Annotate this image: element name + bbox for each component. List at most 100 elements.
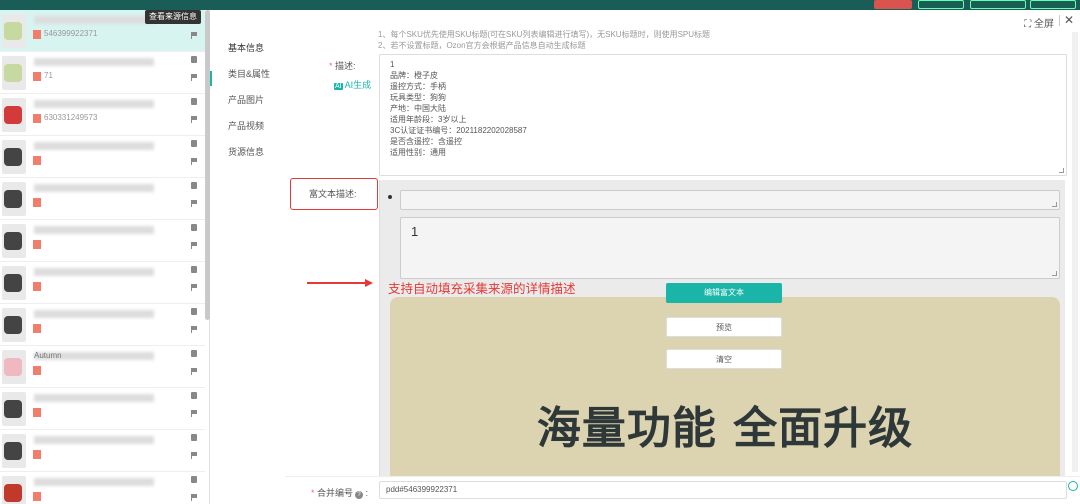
product-id: 71 <box>44 71 53 80</box>
merge-number-input[interactable]: pdd#546399922371 <box>379 481 1067 499</box>
trash-icon[interactable] <box>191 476 197 483</box>
bullet-icon <box>388 195 392 199</box>
product-list-item[interactable] <box>0 178 205 220</box>
product-list-item[interactable] <box>0 220 205 262</box>
product-list-item[interactable] <box>0 388 205 430</box>
product-id: 546399922371 <box>44 29 98 38</box>
description-label: * 描述: <box>329 61 356 71</box>
blurred-title <box>34 226 154 234</box>
flag-icon[interactable] <box>191 242 197 249</box>
nav-item-basic-info[interactable]: 基本信息 <box>228 41 264 54</box>
ai-icon: AI <box>334 83 343 90</box>
product-thumbnail <box>2 98 26 132</box>
product-thumbnail <box>2 308 26 342</box>
edit-rich-text-button[interactable]: 编辑富文本 <box>666 283 782 303</box>
trash-icon[interactable] <box>191 182 197 189</box>
blurred-title <box>34 58 154 66</box>
trash-icon[interactable] <box>191 98 197 105</box>
resize-handle[interactable] <box>1052 271 1057 276</box>
blurred-title <box>34 184 154 192</box>
product-list-item[interactable] <box>0 472 205 504</box>
trash-icon[interactable] <box>191 140 197 147</box>
flag-icon[interactable] <box>191 158 197 165</box>
header-divider <box>1059 15 1060 26</box>
source-tag-icon <box>33 450 41 459</box>
product-image-shape <box>4 64 22 82</box>
resize-handle[interactable] <box>1059 168 1064 173</box>
close-icon[interactable]: ✕ <box>1064 13 1074 27</box>
flag-icon[interactable] <box>191 116 197 123</box>
toolbar-button[interactable] <box>970 0 1026 9</box>
main-scrollbar[interactable] <box>1072 32 1078 472</box>
product-thumbnail <box>2 140 26 174</box>
title-hint-1: 1、每个SKU优先使用SKU标题(可在SKU列表编辑进行填写)，无SKU标题时，… <box>378 30 711 39</box>
product-thumbnail <box>2 350 26 384</box>
help-icon[interactable]: ? <box>355 491 364 499</box>
flag-icon[interactable] <box>191 284 197 291</box>
toolbar-red-button[interactable] <box>874 0 912 9</box>
flag-icon[interactable] <box>191 452 197 459</box>
resize-handle[interactable] <box>1052 202 1057 207</box>
trash-icon[interactable] <box>191 56 197 63</box>
view-source-button[interactable]: 查看来源信息 <box>145 10 201 24</box>
section-nav: 基本信息 类目&属性 产品图片 产品视频 货源信息 <box>210 32 285 504</box>
source-tag-icon <box>33 198 41 207</box>
arrow-head-icon <box>365 279 373 287</box>
nav-item-source[interactable]: 货源信息 <box>228 145 264 158</box>
product-thumbnail <box>2 392 26 426</box>
desc-line: 适用年龄段：3岁以上 <box>390 115 467 124</box>
desc-line: 遥控方式：手柄 <box>390 82 446 91</box>
product-image-shape <box>4 274 22 292</box>
nav-item-images[interactable]: 产品图片 <box>228 93 264 106</box>
toolbar-button[interactable] <box>1030 0 1076 9</box>
trash-icon[interactable] <box>191 308 197 315</box>
flag-icon[interactable] <box>191 326 197 333</box>
description-textarea[interactable]: 1 品牌：橙子皮 遥控方式：手柄 玩具类型：狗狗 产地：中国大陆 适用年龄段：3… <box>379 54 1067 176</box>
product-list-item[interactable] <box>0 304 205 346</box>
trash-icon[interactable] <box>191 266 197 273</box>
clear-button[interactable]: 清空 <box>666 349 782 369</box>
product-list-item[interactable] <box>0 262 205 304</box>
desc-line: 品牌：橙子皮 <box>390 71 438 80</box>
rich-text-value: 1 <box>411 224 419 239</box>
nav-item-video[interactable]: 产品视频 <box>228 119 264 132</box>
preview-button[interactable]: 预览 <box>666 317 782 337</box>
source-tag-icon <box>33 366 41 375</box>
product-list-item[interactable]: 630331249573 <box>0 94 205 136</box>
flag-icon[interactable] <box>191 494 197 501</box>
annotation-text: 支持自动填充采集来源的详情描述 <box>388 282 576 296</box>
source-tag-icon <box>33 324 41 333</box>
product-list-item[interactable] <box>0 430 205 472</box>
desc-line: 3C认证证书编号：2021182202028587 <box>390 126 527 135</box>
nav-item-category[interactable]: 类目&属性 <box>228 67 270 80</box>
source-tag-icon <box>33 492 41 501</box>
flag-icon[interactable] <box>191 368 197 375</box>
top-toolbar-strip <box>0 0 1080 10</box>
ai-generate-button[interactable]: AI AI生成 <box>334 78 371 91</box>
product-list-item[interactable] <box>0 136 205 178</box>
toolbar-button[interactable] <box>918 0 964 9</box>
fullscreen-button[interactable]: ⛶ 全屏 <box>1024 15 1054 30</box>
flag-icon[interactable] <box>191 74 197 81</box>
trash-icon[interactable] <box>191 392 197 399</box>
trash-icon[interactable] <box>191 224 197 231</box>
chat-icon[interactable] <box>1068 481 1078 491</box>
trash-icon[interactable] <box>191 350 197 357</box>
flag-icon[interactable] <box>191 32 197 39</box>
rich-list-input[interactable] <box>400 190 1060 210</box>
blurred-title <box>34 310 154 318</box>
desc-line: 是否含遥控：含遥控 <box>390 137 462 146</box>
product-image-shape <box>4 22 22 40</box>
rich-text-input[interactable]: 1 <box>400 217 1060 279</box>
flag-icon[interactable] <box>191 410 197 417</box>
product-thumbnail <box>2 14 26 48</box>
product-list-item[interactable]: 71 <box>0 52 205 94</box>
trash-icon[interactable] <box>191 434 197 441</box>
product-list-item[interactable]: Autumn <box>0 346 205 388</box>
product-title: Autumn <box>34 351 62 360</box>
product-image-shape <box>4 358 22 376</box>
product-image-shape <box>4 442 22 460</box>
expand-icon: ⛶ <box>1024 19 1034 30</box>
blurred-title <box>34 394 154 402</box>
flag-icon[interactable] <box>191 200 197 207</box>
